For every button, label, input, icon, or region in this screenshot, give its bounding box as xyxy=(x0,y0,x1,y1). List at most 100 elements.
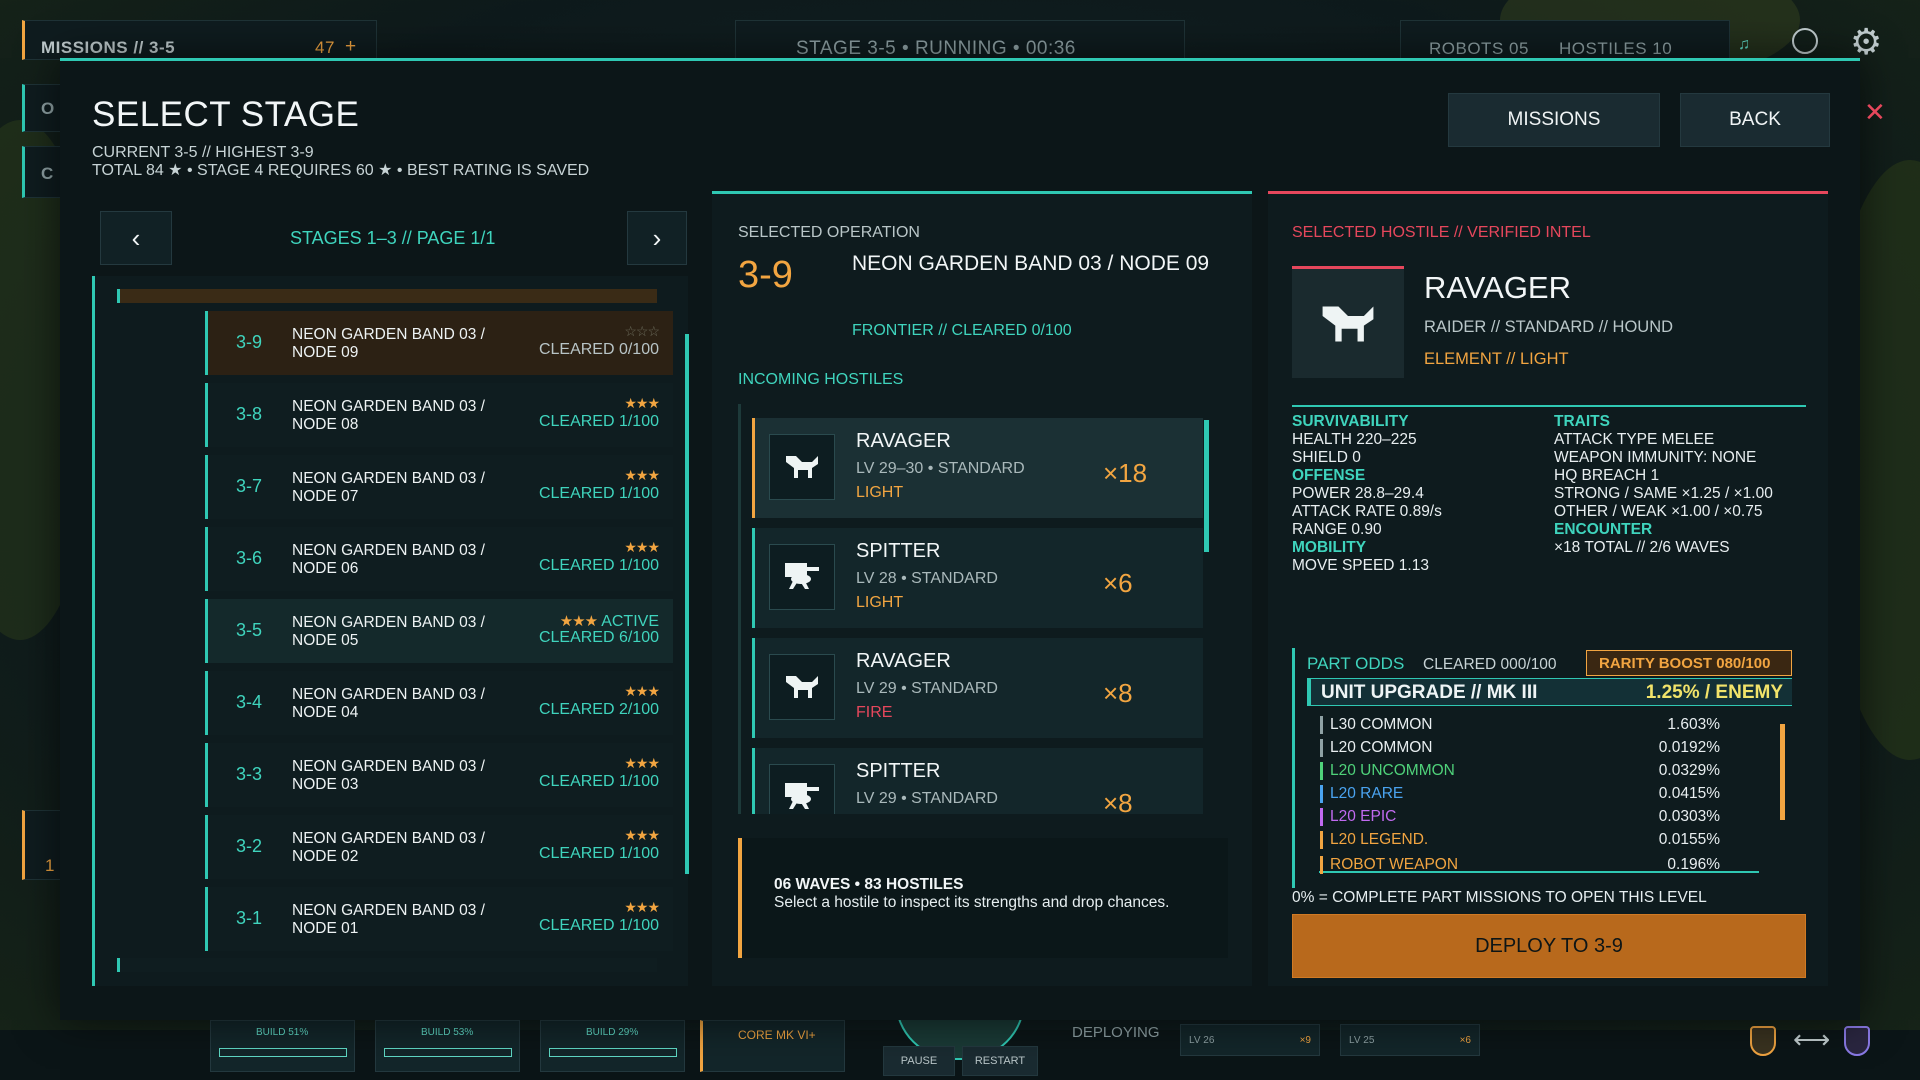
hostile-card-spitter-2[interactable]: SPITTER LV 29 • STANDARD ×8 xyxy=(752,748,1203,814)
prev-page-button[interactable]: ‹ xyxy=(100,211,172,265)
list-bottom-bar xyxy=(117,958,657,972)
star-rating: ★★★ xyxy=(624,539,660,555)
part-odds-note: 0% = COMPLETE PART MISSIONS TO OPEN THIS… xyxy=(1292,889,1707,906)
missions-button[interactable]: MISSIONS xyxy=(1448,93,1660,147)
left-tab-o-label: O xyxy=(41,99,55,118)
stats-right: TRAITS ATTACK TYPE MELEE WEAPON IMMUNITY… xyxy=(1554,413,1773,557)
queue-slot-1-lv: LV 26 xyxy=(1189,1035,1215,1046)
units-hud: ROBOTS 05 HOSTILES 10 xyxy=(1400,20,1730,60)
star-rating: ★★★ xyxy=(624,467,660,483)
stage-row-3-8[interactable]: 3-8 NEON GARDEN BAND 03 /NODE 08 ★★★ CLE… xyxy=(205,383,673,447)
left-tab-c[interactable]: C xyxy=(22,146,62,198)
missions-hud-plus[interactable]: + xyxy=(345,36,357,58)
stage-name-line2: NODE 07 xyxy=(292,488,359,505)
encounter-heading: ENCOUNTER xyxy=(1554,521,1653,538)
hostile-level: LV 29–30 • STANDARD xyxy=(856,460,1025,477)
hound-icon xyxy=(786,676,818,698)
build-slot-3[interactable]: BUILD 29% xyxy=(540,1020,685,1072)
list-scrollbar[interactable] xyxy=(685,334,689,874)
odds-label: ROBOT WEAPON xyxy=(1330,856,1459,873)
hostile-name: RAVAGER xyxy=(856,650,951,672)
rarity-color-bar xyxy=(1320,856,1323,874)
close-icon[interactable]: ✕ xyxy=(1864,99,1886,125)
hostile-card-ravager-light[interactable]: RAVAGER LV 29–30 • STANDARD LIGHT ×18 xyxy=(752,418,1203,518)
odds-label: L20 EPIC xyxy=(1330,808,1397,825)
shield-icon[interactable] xyxy=(1844,1026,1870,1056)
hostile-level: LV 28 • STANDARD xyxy=(856,570,998,587)
hostile-list-scrollbar[interactable] xyxy=(1204,420,1209,552)
rarity-color-bar xyxy=(1320,785,1323,803)
odds-label: L20 LEGEND. xyxy=(1330,831,1429,848)
left-tab-c-label: C xyxy=(41,164,54,183)
stage-name: NEON GARDEN BAND 03 /NODE 06 xyxy=(292,542,485,578)
stage-name-line2: NODE 08 xyxy=(292,416,359,433)
header-current-line: CURRENT 3-5 // HIGHEST 3-9 xyxy=(92,144,314,161)
stage-row-3-3[interactable]: 3-3 NEON GARDEN BAND 03 /NODE 03 ★★★ CLE… xyxy=(205,743,673,807)
restart-button[interactable]: RESTART xyxy=(962,1046,1038,1076)
odds-value: 1.603% xyxy=(1667,716,1720,733)
build-slot-2-label: BUILD 53% xyxy=(421,1027,474,1038)
pause-button[interactable]: PAUSE xyxy=(883,1046,955,1076)
unit-upgrade-bar: UNIT UPGRADE // MK III 1.25% / ENEMY xyxy=(1307,678,1792,706)
odds-value: 0.0329% xyxy=(1658,762,1720,779)
stage-row-3-7[interactable]: 3-7 NEON GARDEN BAND 03 /NODE 07 ★★★ CLE… xyxy=(205,455,673,519)
stage-name-line1: NEON GARDEN BAND 03 / xyxy=(292,326,485,343)
build-slot-3-bar xyxy=(549,1048,677,1057)
stage-name-line1: NEON GARDEN BAND 03 / xyxy=(292,614,485,631)
active-badge: ACTIVE xyxy=(601,613,659,630)
odds-label: L20 UNCOMMON xyxy=(1330,762,1455,779)
stages-pager-label: STAGES 1–3 // PAGE 1/1 xyxy=(290,228,496,248)
stage-name-line1: NEON GARDEN BAND 03 / xyxy=(292,470,485,487)
core-slot[interactable]: CORE MK VI+ xyxy=(700,1020,845,1072)
stage-row-3-9[interactable]: 3-9 NEON GARDEN BAND 03 /NODE 09 ☆☆☆ CLE… xyxy=(205,311,673,375)
missions-button-label: MISSIONS xyxy=(1507,109,1601,130)
stage-row-3-6[interactable]: 3-6 NEON GARDEN BAND 03 /NODE 06 ★★★ CLE… xyxy=(205,527,673,591)
rarity-color-bar xyxy=(1320,831,1323,849)
queue-slot-2[interactable]: LV 25 ×6 xyxy=(1340,1024,1480,1056)
settings-gear-icon[interactable]: ⚙ xyxy=(1850,24,1882,60)
globe-icon[interactable] xyxy=(1792,28,1818,54)
missions-hud-label: MISSIONS // 3-5 xyxy=(41,38,176,57)
odds-value: 0.0192% xyxy=(1658,739,1720,756)
swap-arrows-icon[interactable]: ⟷ xyxy=(1793,1024,1830,1055)
stage-cleared: CLEARED 1/100 xyxy=(538,773,659,790)
turret-icon xyxy=(785,563,819,589)
left-tab-unit[interactable]: 1 xyxy=(22,810,62,880)
stage-cleared: CLEARED 1/100 xyxy=(538,917,659,934)
hostile-card-ravager-fire[interactable]: RAVAGER LV 29 • STANDARD FIRE ×8 xyxy=(752,638,1203,738)
queue-slot-1[interactable]: LV 26 ×9 xyxy=(1180,1024,1320,1056)
back-button[interactable]: BACK xyxy=(1680,93,1830,147)
trait-attack-type: ATTACK TYPE MELEE xyxy=(1554,431,1715,448)
next-page-button[interactable]: › xyxy=(627,211,687,265)
hostile-name: RAVAGER xyxy=(856,430,951,452)
left-tab-o[interactable]: O xyxy=(22,84,62,132)
stage-number: 3-9 xyxy=(236,332,263,352)
stage-number: 3-2 xyxy=(236,836,263,856)
odds-row: L20 RARE 0.0415% xyxy=(1320,783,1760,805)
stage-row-3-5[interactable]: 3-5 NEON GARDEN BAND 03 /NODE 05 ★★★ ACT… xyxy=(205,599,673,663)
missions-hud-count: 47 xyxy=(315,38,335,57)
build-slot-2[interactable]: BUILD 53% xyxy=(375,1020,520,1072)
stage-row-3-4[interactable]: 3-4 NEON GARDEN BAND 03 /NODE 04 ★★★ CLE… xyxy=(205,671,673,735)
stage-name-line2: NODE 03 xyxy=(292,776,359,793)
part-odds-label: PART ODDS xyxy=(1307,654,1405,673)
odds-row: L20 EPIC 0.0303% xyxy=(1320,806,1760,828)
stat-power: POWER 28.8–29.4 xyxy=(1292,485,1424,502)
odds-scrollbar[interactable] xyxy=(1780,724,1785,820)
hostile-element: FIRE xyxy=(856,704,893,721)
music-icon[interactable]: ♫ xyxy=(1738,36,1750,54)
star-rating: ★★★ xyxy=(624,755,660,771)
trait-other: OTHER / WEAK ×1.00 / ×0.75 xyxy=(1554,503,1763,520)
badge-icon[interactable] xyxy=(1750,1026,1776,1056)
queue-slot-2-count: ×6 xyxy=(1459,1035,1471,1046)
stage-row-3-1[interactable]: 3-1 NEON GARDEN BAND 03 /NODE 01 ★★★ CLE… xyxy=(205,887,673,951)
hostile-card-spitter-light[interactable]: SPITTER LV 28 • STANDARD LIGHT ×6 xyxy=(752,528,1203,628)
stage-cleared: CLEARED 1/100 xyxy=(538,557,659,574)
page-title: SELECT STAGE xyxy=(92,95,360,134)
left-tab-unit-label: 1 xyxy=(45,856,55,875)
intel-label: SELECTED HOSTILE // VERIFIED INTEL xyxy=(1292,224,1591,241)
deploy-button[interactable]: DEPLOY TO 3-9 xyxy=(1292,914,1806,978)
missions-hud[interactable]: MISSIONS // 3-5 47 + xyxy=(22,20,377,60)
build-slot-1[interactable]: BUILD 51% xyxy=(210,1020,355,1072)
stage-row-3-2[interactable]: 3-2 NEON GARDEN BAND 03 /NODE 02 ★★★ CLE… xyxy=(205,815,673,879)
